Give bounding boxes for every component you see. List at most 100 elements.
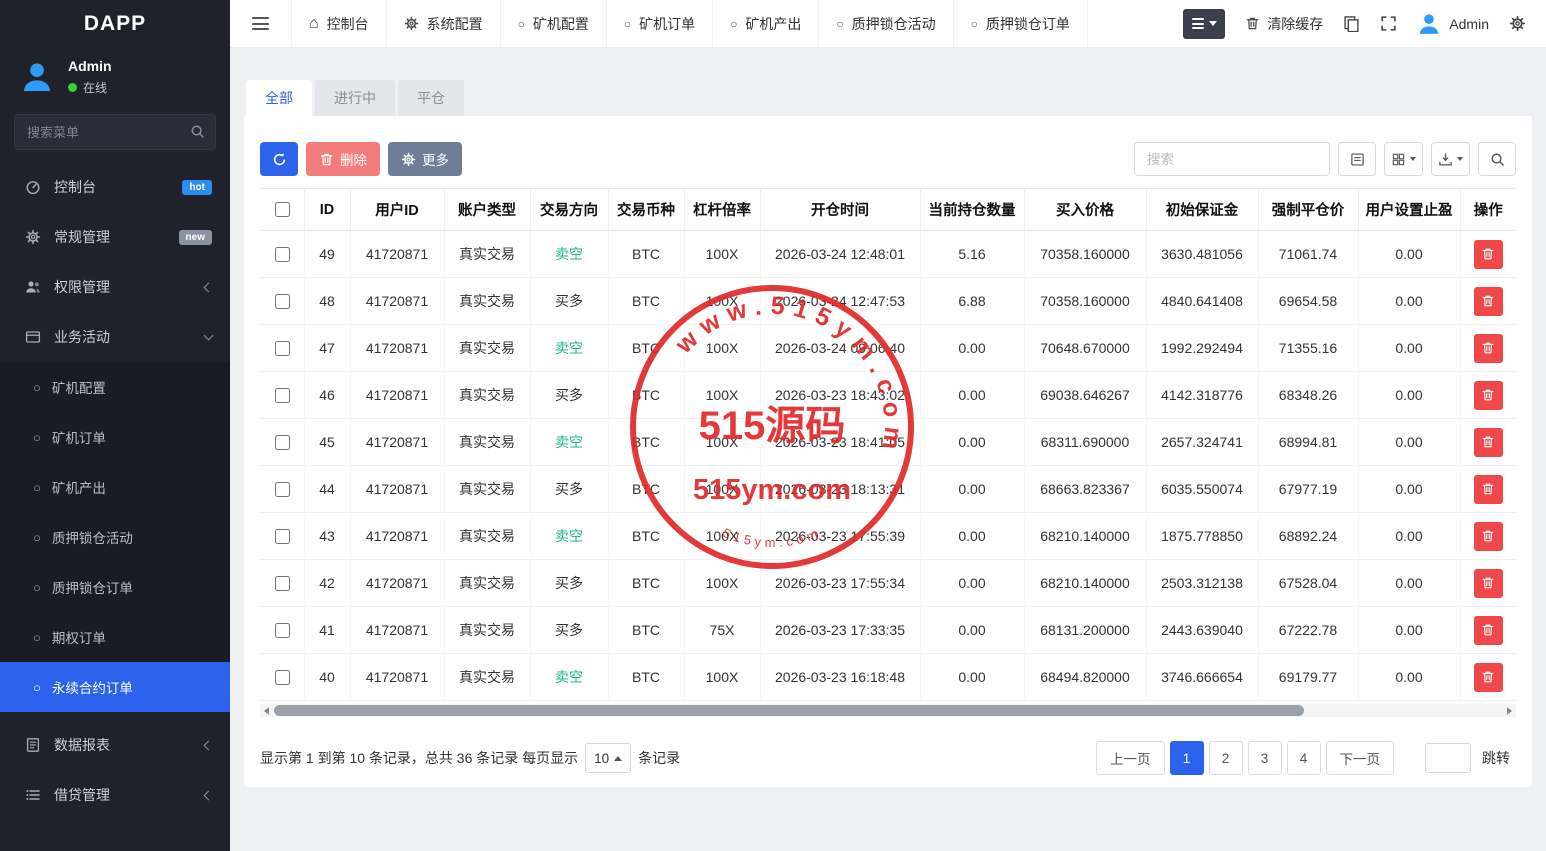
sidebar-subitem[interactable]: ○ 质押锁仓活动 — [0, 512, 230, 562]
topnav-item[interactable]: ○ 质押锁仓活动 — [819, 0, 953, 47]
menu-search-input[interactable] — [14, 114, 216, 150]
row-checkbox[interactable] — [275, 247, 290, 262]
export-button[interactable] — [1431, 142, 1470, 176]
scroll-right-arrow[interactable] — [1503, 704, 1516, 717]
cell-direction: 卖空 — [530, 654, 608, 701]
more-button[interactable]: 更多 — [388, 142, 462, 176]
sidebar-item-label: 权限管理 — [54, 277, 110, 297]
row-delete-button[interactable] — [1474, 381, 1503, 410]
columns-button[interactable] — [1384, 142, 1423, 176]
sidebar-item-permissions[interactable]: 权限管理 — [0, 262, 230, 312]
sidebar-subitem[interactable]: ○ 矿机产出 — [0, 462, 230, 512]
cell-buy-price: 69038.646267 — [1024, 372, 1146, 419]
topnav-item[interactable]: ○ 质押锁仓订单 — [954, 0, 1088, 47]
user-menu[interactable]: Admin — [1417, 12, 1489, 36]
select-all-checkbox[interactable] — [275, 202, 290, 217]
search-icon — [190, 124, 205, 139]
row-checkbox[interactable] — [275, 623, 290, 638]
jump-page-input[interactable] — [1425, 743, 1471, 773]
copy-icon[interactable] — [1343, 15, 1360, 32]
page-number-button[interactable]: 3 — [1248, 741, 1282, 775]
row-delete-button[interactable] — [1474, 663, 1503, 692]
cell-take-profit: 0.00 — [1358, 560, 1460, 607]
sidebar-subitem[interactable]: ○ 矿机配置 — [0, 362, 230, 412]
cell-margin: 4840.641408 — [1146, 278, 1258, 325]
scroll-left-arrow[interactable] — [260, 704, 273, 717]
cell-account-type: 真实交易 — [444, 466, 530, 513]
row-checkbox[interactable] — [275, 576, 290, 591]
cell-account-type: 真实交易 — [444, 419, 530, 466]
sidebar-item-business[interactable]: 业务活动 — [0, 312, 230, 362]
sidebar-item-console[interactable]: 控制台 hot — [0, 162, 230, 212]
row-delete-button[interactable] — [1474, 428, 1503, 457]
fullscreen-icon[interactable] — [1380, 15, 1397, 32]
cell-open-time: 2026-03-23 17:55:39 — [760, 513, 920, 560]
sidebar-subitem[interactable]: ○ 期权订单 — [0, 612, 230, 662]
dashboard-icon: ⌂ — [309, 16, 319, 32]
tab-closed[interactable]: 平仓 — [398, 80, 464, 116]
sidebar-subitem[interactable]: ○ 质押锁仓订单 — [0, 562, 230, 612]
row-checkbox[interactable] — [275, 670, 290, 685]
row-delete-button[interactable] — [1474, 334, 1503, 363]
sidebar-item-label: 借贷管理 — [54, 785, 110, 805]
cell-leverage: 100X — [684, 372, 760, 419]
cell-account-type: 真实交易 — [444, 231, 530, 278]
sidebar-subitem[interactable]: ○ 永续合约订单 — [0, 662, 230, 712]
column-header: 初始保证金 — [1146, 189, 1258, 231]
user-avatar-icon — [20, 60, 54, 94]
page-size-select[interactable]: 10 — [585, 743, 631, 773]
row-delete-button[interactable] — [1474, 569, 1503, 598]
row-delete-button[interactable] — [1474, 616, 1503, 645]
topnav-item[interactable]: ○ 矿机配置 — [501, 0, 607, 47]
next-page-button[interactable]: 下一页 — [1326, 741, 1395, 775]
sidebar-item-label: 常规管理 — [54, 227, 110, 247]
page-number-button[interactable]: 2 — [1209, 741, 1243, 775]
row-checkbox[interactable] — [275, 388, 290, 403]
layout-menu-button[interactable] — [1183, 9, 1225, 39]
username: Admin — [1449, 16, 1489, 32]
circle-icon: ○ — [33, 681, 41, 694]
cell-coin: BTC — [608, 231, 684, 278]
row-delete-button[interactable] — [1474, 287, 1503, 316]
topnav-item[interactable]: ○ 矿机产出 — [713, 0, 819, 47]
refresh-button[interactable] — [260, 142, 298, 176]
delete-button[interactable]: 删除 — [306, 142, 380, 176]
row-delete-button[interactable] — [1474, 522, 1503, 551]
sidebar: DAPP Admin 在线 控制台 hot 常规管理 — [0, 0, 230, 851]
row-checkbox[interactable] — [275, 435, 290, 450]
cell-take-profit: 0.00 — [1358, 231, 1460, 278]
row-checkbox[interactable] — [275, 529, 290, 544]
tab-all[interactable]: 全部 — [246, 80, 312, 116]
sidebar-item-loans[interactable]: 借贷管理 — [0, 770, 230, 820]
cell-open-time: 2026-03-23 18:13:31 — [760, 466, 920, 513]
settings-gear-icon[interactable] — [1509, 15, 1526, 32]
topnav-item[interactable]: ⌂ 控制台 — [292, 0, 387, 47]
scrollbar-thumb[interactable] — [274, 705, 1304, 716]
caret-down-icon — [1410, 157, 1416, 161]
detail-view-button[interactable] — [1338, 142, 1376, 176]
jump-button[interactable]: 跳转 — [1476, 748, 1516, 768]
row-checkbox[interactable] — [275, 294, 290, 309]
topnav-item[interactable]: ○ 矿机订单 — [607, 0, 713, 47]
row-delete-button[interactable] — [1474, 240, 1503, 269]
sidebar-item-label: 数据报表 — [54, 735, 110, 755]
sidebar-subitem[interactable]: ○ 矿机订单 — [0, 412, 230, 462]
tab-in-progress[interactable]: 进行中 — [315, 80, 395, 116]
row-checkbox[interactable] — [275, 341, 290, 356]
page-number-button[interactable]: 4 — [1287, 741, 1321, 775]
prev-page-button[interactable]: 上一页 — [1096, 741, 1165, 775]
row-checkbox[interactable] — [275, 482, 290, 497]
cell-account-type: 真实交易 — [444, 278, 530, 325]
topnav-item[interactable]: 系统配置 — [387, 0, 501, 47]
clear-cache-button[interactable]: 清除缓存 — [1245, 14, 1323, 34]
table-search-input[interactable] — [1134, 142, 1330, 176]
sidebar-item-general[interactable]: 常规管理 new — [0, 212, 230, 262]
page-number-button[interactable]: 1 — [1170, 741, 1204, 775]
cell-margin: 6035.550074 — [1146, 466, 1258, 513]
horizontal-scrollbar[interactable] — [260, 704, 1516, 717]
sidebar-item-reports[interactable]: 数据报表 — [0, 720, 230, 770]
app-root: DAPP Admin 在线 控制台 hot 常规管理 — [0, 0, 1546, 851]
search-button[interactable] — [1478, 142, 1516, 176]
sidebar-toggle-icon[interactable] — [252, 17, 269, 30]
row-delete-button[interactable] — [1474, 475, 1503, 504]
